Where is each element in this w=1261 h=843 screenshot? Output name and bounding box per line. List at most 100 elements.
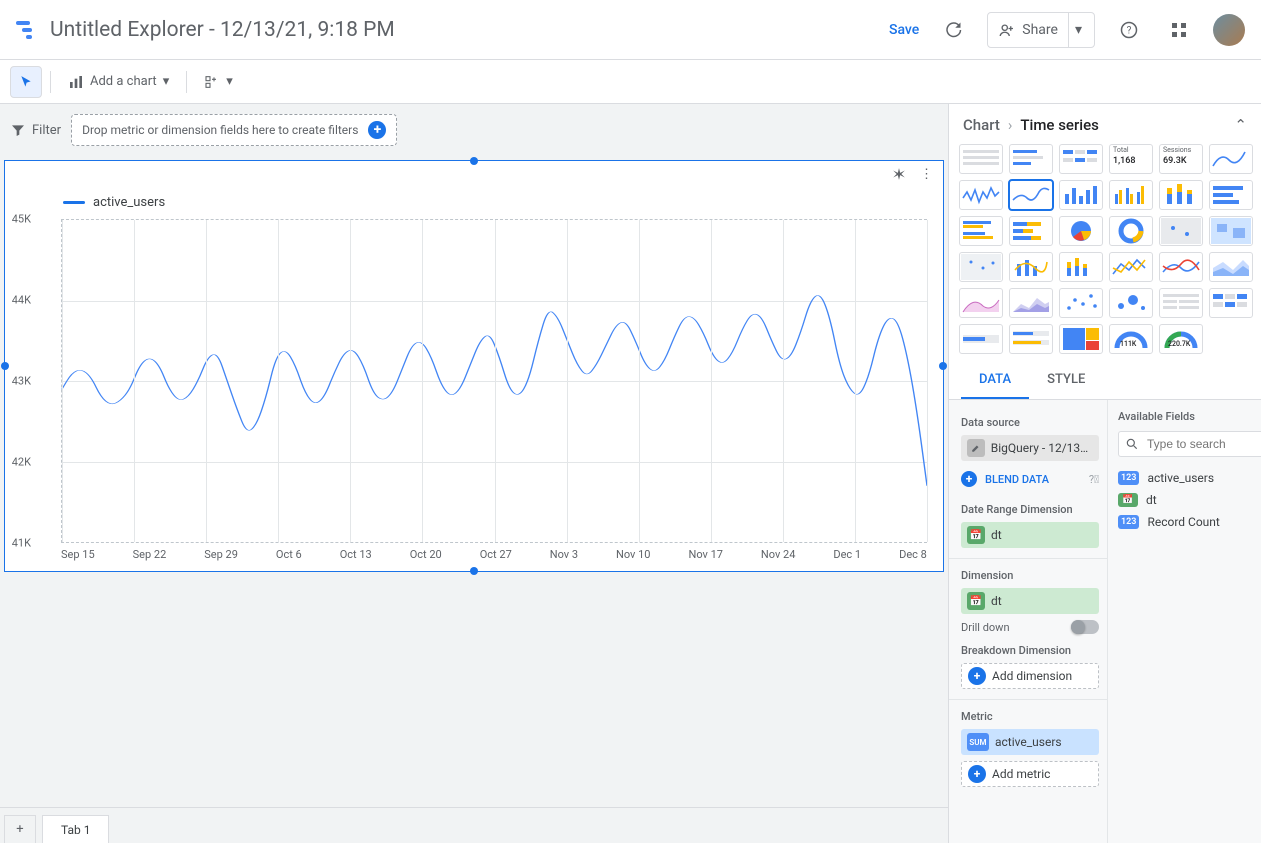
resize-handle-w[interactable] [1, 362, 9, 370]
chart-type-pivot[interactable] [1159, 288, 1203, 318]
resize-handle-s[interactable] [470, 567, 478, 575]
save-button[interactable]: Save [889, 22, 919, 38]
field-search[interactable] [1118, 431, 1261, 457]
chart-type-treemap[interactable] [1059, 324, 1103, 354]
legend-label: active_users [93, 195, 165, 210]
collapse-panel-icon[interactable]: ⌃ [1234, 116, 1247, 134]
label-drill-down: Drill down [961, 621, 1010, 634]
add-tab-button[interactable]: + [4, 815, 36, 843]
chart-type-scatter[interactable] [1059, 288, 1103, 318]
x-tick: Dec 8 [899, 548, 927, 561]
chart-type-scorecard-compact[interactable]: Sessions69.3K [1159, 144, 1203, 174]
add-chart-button[interactable]: Add a chart ▾ [59, 66, 178, 98]
chart-type-bubble[interactable] [1109, 288, 1153, 318]
chart-type-area-multi[interactable] [1009, 288, 1053, 318]
tab-style[interactable]: STYLE [1029, 362, 1103, 399]
datastudio-logo [16, 21, 32, 39]
resize-handle-n[interactable] [470, 157, 478, 165]
add-control-button[interactable]: ▾ [195, 66, 242, 98]
label-metric: Metric [961, 710, 1099, 723]
chart-type-hbar[interactable] [1209, 180, 1253, 210]
apps-icon[interactable] [1163, 14, 1195, 46]
toolbar: Add a chart ▾ ▾ [0, 60, 1261, 104]
calendar-icon: 📅 [1118, 493, 1138, 507]
x-tick: Oct 20 [410, 548, 442, 561]
chart-type-area-stacked[interactable] [1209, 252, 1253, 282]
filter-drop-hint: Drop metric or dimension fields here to … [82, 123, 358, 137]
calendar-icon: 📅 [967, 526, 985, 544]
chart-type-bar[interactable] [1059, 180, 1103, 210]
chart-type-geomap[interactable] [1159, 216, 1203, 246]
chart-type-hbar-grouped[interactable] [959, 216, 1003, 246]
chart-type-combo[interactable] [1009, 252, 1053, 282]
chart-type-bullet[interactable] [959, 324, 1003, 354]
chevron-down-icon: ▾ [163, 74, 170, 89]
field-dt[interactable]: 📅dt [1118, 489, 1261, 511]
chip-dimension[interactable]: 📅 dt [961, 588, 1099, 614]
refresh-icon[interactable] [937, 14, 969, 46]
chart-type-bullet-multi[interactable] [1009, 324, 1053, 354]
filter-bar: Filter Drop metric or dimension fields h… [0, 104, 948, 156]
chart-more-icon[interactable]: ⋮ [920, 167, 933, 185]
chart-type-table-heatmap[interactable] [1059, 144, 1103, 174]
config-panel: Chart › Time series ⌃ Total1,168 Session… [948, 104, 1261, 843]
panel-breadcrumb-current: Time series [1020, 116, 1098, 134]
chart-type-timeseries-jagged[interactable] [959, 180, 1003, 210]
blend-data-button[interactable]: BLEND DATA [985, 473, 1049, 486]
x-tick: Oct 13 [340, 548, 372, 561]
chart-type-multiline[interactable] [1109, 252, 1153, 282]
chart-type-pivot-heatmap[interactable] [1209, 288, 1253, 318]
chevron-down-icon: ▾ [226, 74, 233, 89]
chip-data-source[interactable]: BigQuery - 12/13/... [961, 435, 1099, 461]
chart-type-timeseries-smooth[interactable] [1009, 180, 1053, 210]
chart-type-geomap-world[interactable] [959, 252, 1003, 282]
chart-type-gauge[interactable]: 111K [1109, 324, 1153, 354]
chart-type-donut[interactable] [1109, 216, 1153, 246]
filter-drop-zone[interactable]: Drop metric or dimension fields here to … [71, 114, 397, 146]
chip-metric[interactable]: SUM active_users [961, 729, 1099, 755]
field-active_users[interactable]: 123active_users [1118, 467, 1261, 489]
chart-type-table[interactable] [959, 144, 1003, 174]
chart-type-area-smooth[interactable] [959, 288, 1003, 318]
chart-type-gauge-2[interactable]: 220.7K [1159, 324, 1203, 354]
chart-type-geomap-filled[interactable] [1209, 216, 1253, 246]
document-title[interactable]: Untitled Explorer - 12/13/21, 9:18 PM [50, 18, 889, 42]
chart-type-bar-stacked[interactable] [1159, 180, 1203, 210]
chart-legend: active_users [63, 195, 165, 210]
chart-type-multiline-smooth[interactable] [1159, 252, 1203, 282]
chart-type-bar-grouped[interactable] [1109, 180, 1153, 210]
x-tick: Sep 29 [204, 548, 238, 561]
quick-insight-icon[interactable] [892, 167, 906, 185]
aggregation-badge: SUM [967, 733, 989, 751]
panel-breadcrumb-root[interactable]: Chart [963, 116, 1000, 134]
x-tick: Dec 1 [833, 548, 861, 561]
chart-type-pie[interactable] [1059, 216, 1103, 246]
share-button[interactable]: Share ▾ [987, 12, 1095, 48]
calendar-icon: 📅 [967, 592, 985, 610]
add-filter-icon[interactable]: + [368, 121, 386, 139]
field-search-input[interactable] [1145, 436, 1261, 452]
field-record-count[interactable]: 123Record Count [1118, 511, 1261, 533]
tab-data[interactable]: DATA [961, 362, 1029, 399]
chart-type-sparkline[interactable] [1209, 144, 1253, 174]
share-label: Share [1022, 22, 1058, 38]
selection-tool[interactable] [10, 66, 42, 98]
blend-add-icon[interactable]: + [961, 471, 977, 487]
drill-down-toggle[interactable] [1071, 620, 1099, 634]
chart-type-scorecard[interactable]: Total1,168 [1109, 144, 1153, 174]
add-dimension-button[interactable]: + Add dimension [961, 663, 1099, 689]
page-tab-1[interactable]: Tab 1 [42, 815, 109, 843]
chart-type-combo-stacked[interactable] [1059, 252, 1103, 282]
chart-type-hbar-stacked[interactable] [1009, 216, 1053, 246]
blend-help-icon[interactable]: ?⃝ [1089, 473, 1099, 486]
filter-icon [10, 122, 26, 138]
chart-type-table-bars[interactable] [1009, 144, 1053, 174]
chip-date-range-dim[interactable]: 📅 dt [961, 522, 1099, 548]
account-avatar[interactable] [1213, 14, 1245, 46]
chart-plot-area: 45K 44K 43K 42K 41K [35, 219, 927, 543]
help-icon[interactable]: ? [1113, 14, 1145, 46]
share-dropdown-icon[interactable]: ▾ [1068, 13, 1088, 47]
add-metric-button[interactable]: + Add metric [961, 761, 1099, 787]
chart-selection-frame[interactable]: ⋮ active_users 45K 44K 43K 42K 41K [4, 160, 944, 572]
resize-handle-e[interactable] [939, 362, 947, 370]
